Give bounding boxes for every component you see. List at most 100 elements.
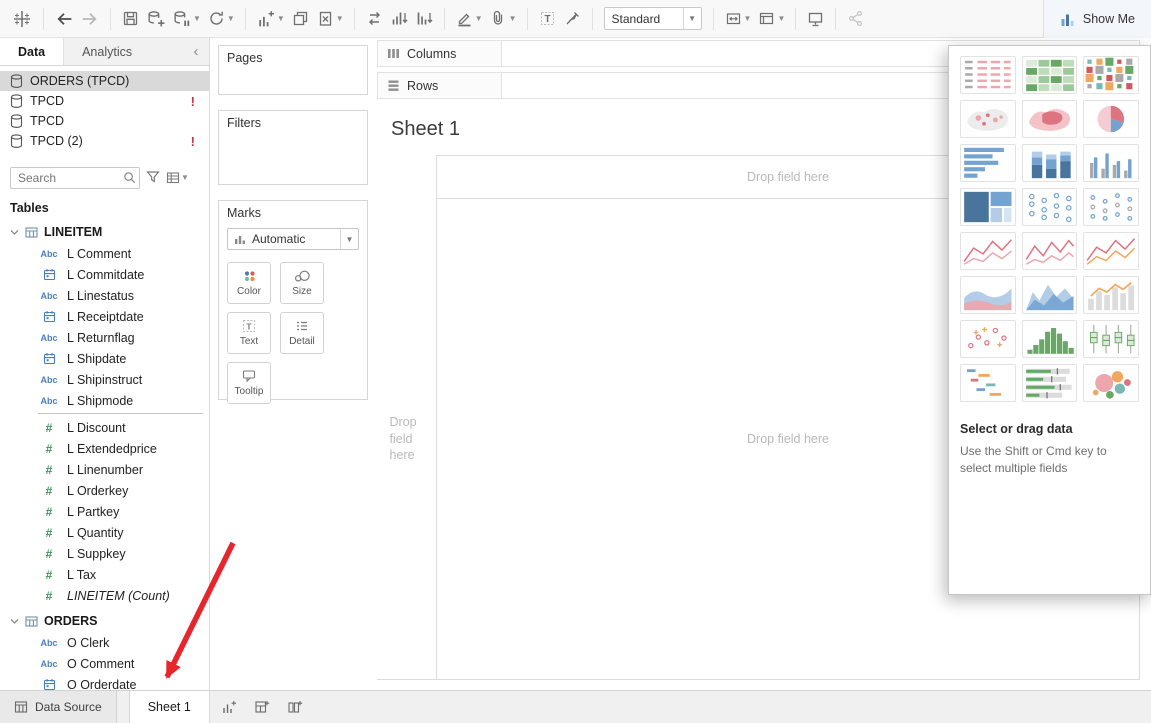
field-l-shipdate[interactable]: L Shipdate	[0, 348, 209, 369]
sort-descending-button[interactable]	[412, 5, 437, 33]
showme-chart-gantt[interactable]	[960, 364, 1016, 402]
field-l-suppkey[interactable]: #L Suppkey	[0, 543, 209, 564]
view-options-icon[interactable]: ▼	[166, 171, 189, 185]
field-l-orderkey[interactable]: #L Orderkey	[0, 480, 209, 501]
number-icon: #	[38, 547, 60, 561]
tab-sheet-1[interactable]: Sheet 1	[129, 691, 210, 723]
showme-chart-treemap[interactable]	[960, 188, 1016, 226]
filters-card[interactable]: Filters	[218, 110, 368, 185]
fix-axes-button[interactable]	[560, 5, 585, 33]
showme-chart-side-by-side-bars[interactable]	[1083, 144, 1139, 182]
showme-chart-stacked-bars[interactable]	[1022, 144, 1078, 182]
detail-mark-button[interactable]: Detail	[280, 312, 324, 354]
color-mark-button[interactable]: Color	[227, 262, 271, 304]
text-mark-button[interactable]: TText	[227, 312, 271, 354]
showme-chart-heat-map[interactable]	[1083, 56, 1139, 94]
table-group-header[interactable]: LINEITEM	[0, 221, 209, 243]
rows-label-text: Rows	[407, 79, 438, 93]
pause-auto-updates-button[interactable]: ▼	[169, 5, 204, 33]
showme-chart-symbol-map[interactable]	[960, 100, 1016, 138]
show-me-button[interactable]: Show Me	[1043, 0, 1151, 38]
size-mark-button[interactable]: Size	[280, 262, 324, 304]
showme-chart-lines-continuous[interactable]	[960, 232, 1016, 270]
field-o-clerk[interactable]: AbcO Clerk	[0, 632, 209, 653]
field-l-quantity[interactable]: #L Quantity	[0, 522, 209, 543]
tooltip-mark-button[interactable]: Tooltip	[227, 362, 271, 404]
datasource-item[interactable]: ORDERS (TPCD)	[0, 71, 209, 91]
showme-chart-lines-discrete[interactable]	[1022, 232, 1078, 270]
tab-data[interactable]: Data	[0, 38, 64, 65]
showme-chart-pie-chart[interactable]	[1083, 100, 1139, 138]
save-button[interactable]	[118, 5, 143, 33]
show-mark-labels-button[interactable]: T	[535, 5, 560, 33]
fit-mode-select[interactable]: Standard ▼	[604, 7, 702, 30]
field-l-discount[interactable]: #L Discount	[0, 417, 209, 438]
datasource-item[interactable]: TPCD (2)!	[0, 131, 209, 151]
show-hide-cards-button[interactable]: ▼	[754, 5, 788, 33]
drop-zone-rows[interactable]: Drop field here	[377, 199, 437, 679]
datasource-item[interactable]: TPCD	[0, 111, 209, 131]
highlight-button[interactable]: ▼	[452, 5, 486, 33]
group-members-button[interactable]: ▼	[486, 5, 520, 33]
field-l-linenumber[interactable]: #L Linenumber	[0, 459, 209, 480]
field-l-receiptdate[interactable]: L Receiptdate	[0, 306, 209, 327]
swap-rows-columns-button[interactable]	[362, 5, 387, 33]
field-l-comment[interactable]: AbcL Comment	[0, 243, 209, 264]
new-story-tab-button[interactable]	[281, 691, 309, 723]
table-group-header[interactable]: ORDERS	[0, 610, 209, 632]
showme-chart-dual-combination[interactable]	[1083, 276, 1139, 314]
showme-chart-histogram[interactable]	[1022, 320, 1078, 358]
showme-chart-text-table[interactable]	[960, 56, 1016, 94]
new-data-source-button[interactable]	[143, 5, 169, 33]
field-l-commitdate[interactable]: L Commitdate	[0, 264, 209, 285]
showme-chart-packed-bubbles[interactable]	[1083, 364, 1139, 402]
new-worksheet-button[interactable]: ▼	[253, 5, 288, 33]
caret-down-icon: ▼	[509, 15, 517, 23]
field-l-shipinstruct[interactable]: AbcL Shipinstruct	[0, 369, 209, 390]
showme-chart-side-by-side-circles[interactable]	[1083, 188, 1139, 226]
field-l-partkey[interactable]: #L Partkey	[0, 501, 209, 522]
new-worksheet-tab-button[interactable]	[215, 691, 243, 723]
showme-chart-circle-views[interactable]	[1022, 188, 1078, 226]
new-dashboard-tab-button[interactable]	[248, 691, 276, 723]
presentation-mode-button[interactable]	[803, 5, 828, 33]
field-l-returnflag[interactable]: AbcL Returnflag	[0, 327, 209, 348]
tab-analytics[interactable]: Analytics	[64, 38, 150, 65]
showme-chart-highlight-table[interactable]	[1022, 56, 1078, 94]
mark-type-dropdown[interactable]: Automatic ▼	[227, 228, 359, 250]
search-box	[10, 167, 140, 189]
field-o-comment[interactable]: AbcO Comment	[0, 653, 209, 674]
showme-chart-area-discrete[interactable]	[1022, 276, 1078, 314]
share-button[interactable]	[843, 5, 868, 33]
tab-data-source[interactable]: Data Source	[0, 691, 117, 723]
fit-axes-button[interactable]: ▼	[721, 5, 755, 33]
field-l-linestatus[interactable]: AbcL Linestatus	[0, 285, 209, 306]
undo-button[interactable]	[51, 5, 77, 33]
datasource-item[interactable]: TPCD!	[0, 91, 209, 111]
field-l-tax[interactable]: #L Tax	[0, 564, 209, 585]
showme-chart-area-continuous[interactable]	[960, 276, 1016, 314]
table-group-name: ORDERS	[44, 614, 97, 628]
showme-chart-dual-lines[interactable]	[1083, 232, 1139, 270]
collapse-pane-icon[interactable]: ‹	[183, 38, 209, 65]
run-update-button[interactable]: ▼	[204, 5, 238, 33]
showme-chart-box-and-whisker[interactable]	[1083, 320, 1139, 358]
redo-button[interactable]	[77, 5, 103, 33]
filter-fields-icon[interactable]	[146, 170, 160, 187]
showme-chart-scatter-plot[interactable]	[960, 320, 1016, 358]
field-o-orderdate[interactable]: O Orderdate	[0, 674, 209, 690]
showme-chart-horizontal-bars[interactable]	[960, 144, 1016, 182]
abc-icon: Abc	[38, 659, 60, 669]
field-lineitem-count[interactable]: #LINEITEM (Count)	[0, 585, 209, 606]
field-label: O Orderdate	[67, 678, 136, 691]
cards-column: Pages Filters Marks Automatic ▼ ColorSiz…	[218, 45, 368, 415]
pages-card[interactable]: Pages	[218, 45, 368, 95]
showme-chart-filled-map[interactable]	[1022, 100, 1078, 138]
clear-sheet-button[interactable]: ▼	[313, 5, 347, 33]
duplicate-sheet-button[interactable]	[288, 5, 313, 33]
showme-chart-bullet-graph[interactable]	[1022, 364, 1078, 402]
field-l-extendedprice[interactable]: #L Extendedprice	[0, 438, 209, 459]
sort-ascending-button[interactable]	[387, 5, 412, 33]
field-l-shipmode[interactable]: AbcL Shipmode	[0, 390, 209, 411]
search-input[interactable]	[10, 167, 140, 189]
